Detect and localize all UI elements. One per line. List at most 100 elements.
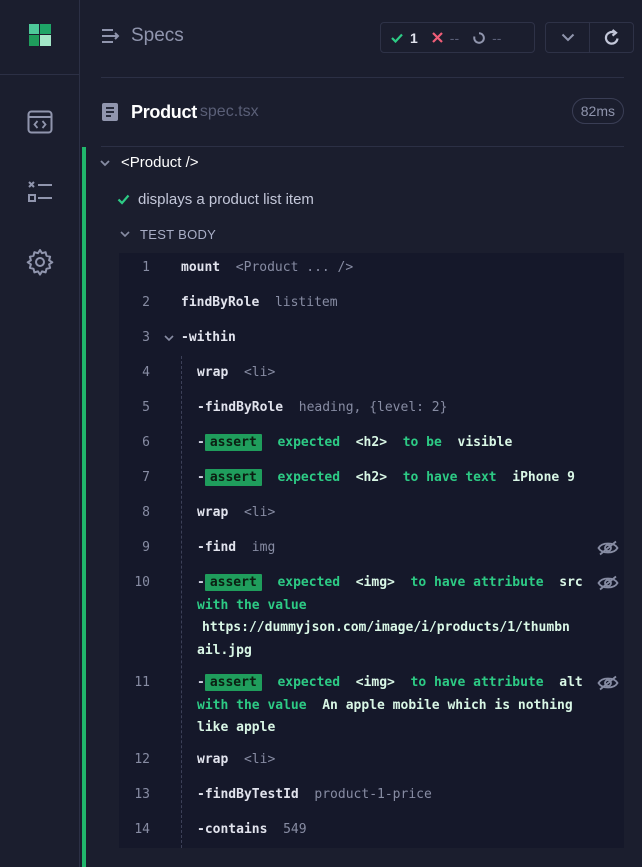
assert-value: An apple mobile which is nothing <box>322 697 573 713</box>
suite-label: <Product /> <box>121 154 199 171</box>
check-icon <box>391 33 403 43</box>
command-name: wrap <box>197 752 229 767</box>
command-arg: 549 <box>283 822 307 837</box>
spec-file-ext: spec.tsx <box>199 103 259 120</box>
command-arg: heading, {level: 2} <box>298 400 448 415</box>
spec-file-name: Product <box>131 101 197 122</box>
cypress-logo[interactable] <box>0 0 80 75</box>
assert-attr: alt <box>559 675 583 690</box>
passed-count: 1 <box>410 29 418 46</box>
command-name: -find <box>197 540 237 555</box>
assert-value: like apple <box>197 720 276 735</box>
test-row[interactable]: displays a product list item <box>117 191 314 208</box>
assert-word: expected <box>277 470 341 485</box>
command-number: 6 <box>142 435 150 450</box>
chevron-down-icon[interactable] <box>163 334 175 343</box>
command-name: findByRole <box>181 295 260 310</box>
run-controls <box>545 22 634 53</box>
gear-icon <box>26 249 54 276</box>
assert-subject: <h2> <box>355 435 388 450</box>
assert-word: expected <box>277 435 341 450</box>
command-number: 13 <box>134 787 150 802</box>
assert-word: to have attribute <box>410 575 544 590</box>
command-number: 14 <box>134 822 150 837</box>
assert-subject: <h2> <box>355 470 388 485</box>
assert-value: ail.jpg <box>197 642 252 658</box>
document-icon <box>102 103 118 121</box>
command-arg: <li> <box>243 752 276 767</box>
assert-subject: <img> <box>355 675 395 690</box>
command-name: -contains <box>197 822 268 837</box>
failed-count: -- <box>449 29 460 46</box>
test-body-label: TEST BODY <box>140 227 217 242</box>
command-log: 1 mount <Product ... /> 2 findByRole lis… <box>119 253 624 848</box>
command-number: 2 <box>142 295 150 310</box>
failed-stat: -- <box>432 30 459 46</box>
assert-word: with the value <box>197 597 307 613</box>
command-number: 4 <box>142 365 150 380</box>
assert-badge: assert <box>204 469 262 486</box>
runs-nav-button[interactable] <box>0 92 80 152</box>
suite-row[interactable]: <Product /> <box>98 154 199 171</box>
specs-title: Specs <box>131 25 184 46</box>
x-icon <box>432 32 443 43</box>
command-number: 8 <box>142 505 150 520</box>
assert-badge: assert <box>204 674 262 691</box>
command-number: 1 <box>142 260 150 275</box>
specs-nav-button[interactable] <box>0 162 80 222</box>
refresh-icon <box>604 29 619 45</box>
test-stats: 1 -- -- <box>380 22 535 53</box>
command-arg: product-1-price <box>314 787 432 802</box>
command-number: 5 <box>142 400 150 415</box>
command-number: 7 <box>142 470 150 485</box>
eye-slash-icon[interactable] <box>597 675 619 691</box>
assert-word: to be <box>402 435 442 450</box>
pending-count: -- <box>492 29 502 46</box>
eye-slash-icon[interactable] <box>597 575 619 591</box>
assert-badge: assert <box>204 434 262 451</box>
command-number: 12 <box>134 752 150 767</box>
command-number: 11 <box>134 675 150 690</box>
test-list-icon <box>28 181 52 202</box>
code-window-icon <box>27 110 53 134</box>
chevron-down-icon <box>100 159 110 166</box>
command-arg: listitem <box>274 295 338 310</box>
cypress-logo-icon <box>29 24 51 46</box>
assert-subject: <img> <box>355 575 395 590</box>
test-body-header[interactable]: TEST BODY <box>119 227 216 242</box>
spec-file-header: Product spec.tsx 82ms <box>101 98 624 126</box>
command-name: -findByTestId <box>197 787 299 802</box>
specs-header[interactable]: Specs <box>101 25 184 47</box>
rerun-button[interactable] <box>589 23 633 52</box>
command-name: mount <box>181 260 221 275</box>
eye-slash-icon[interactable] <box>597 540 619 556</box>
command-name: -findByRole <box>197 400 284 415</box>
assert-value: https://dummyjson.com/image/i/products/1… <box>202 620 570 635</box>
settings-nav-button[interactable] <box>0 232 80 292</box>
command-name: -within <box>181 330 236 345</box>
assert-word: to have attribute <box>410 675 544 690</box>
command-name: wrap <box>197 365 229 380</box>
command-number: 9 <box>142 540 150 555</box>
assert-attr: src <box>559 575 583 590</box>
command-arg: img <box>251 540 276 555</box>
within-scope-line <box>181 356 182 848</box>
command-number: 3 <box>142 330 150 345</box>
assert-word: expected <box>277 675 341 690</box>
passed-stat: 1 <box>391 30 418 46</box>
command-number: 10 <box>134 575 150 590</box>
pending-spinner-icon <box>473 31 485 44</box>
assert-word: expected <box>277 575 341 590</box>
assert-word: with the value <box>197 697 307 713</box>
command-arg: <li> <box>243 505 276 520</box>
assert-word: to have text <box>402 470 497 485</box>
divider <box>101 77 624 78</box>
pending-stat: -- <box>473 30 501 46</box>
test-label: displays a product list item <box>138 191 314 208</box>
chevron-down-icon <box>120 231 130 238</box>
chevron-down-icon <box>561 33 574 42</box>
check-icon <box>117 194 130 205</box>
duration-badge: 82ms <box>571 98 624 124</box>
command-arg: <Product ... /> <box>235 260 354 275</box>
collapse-button[interactable] <box>546 23 589 52</box>
